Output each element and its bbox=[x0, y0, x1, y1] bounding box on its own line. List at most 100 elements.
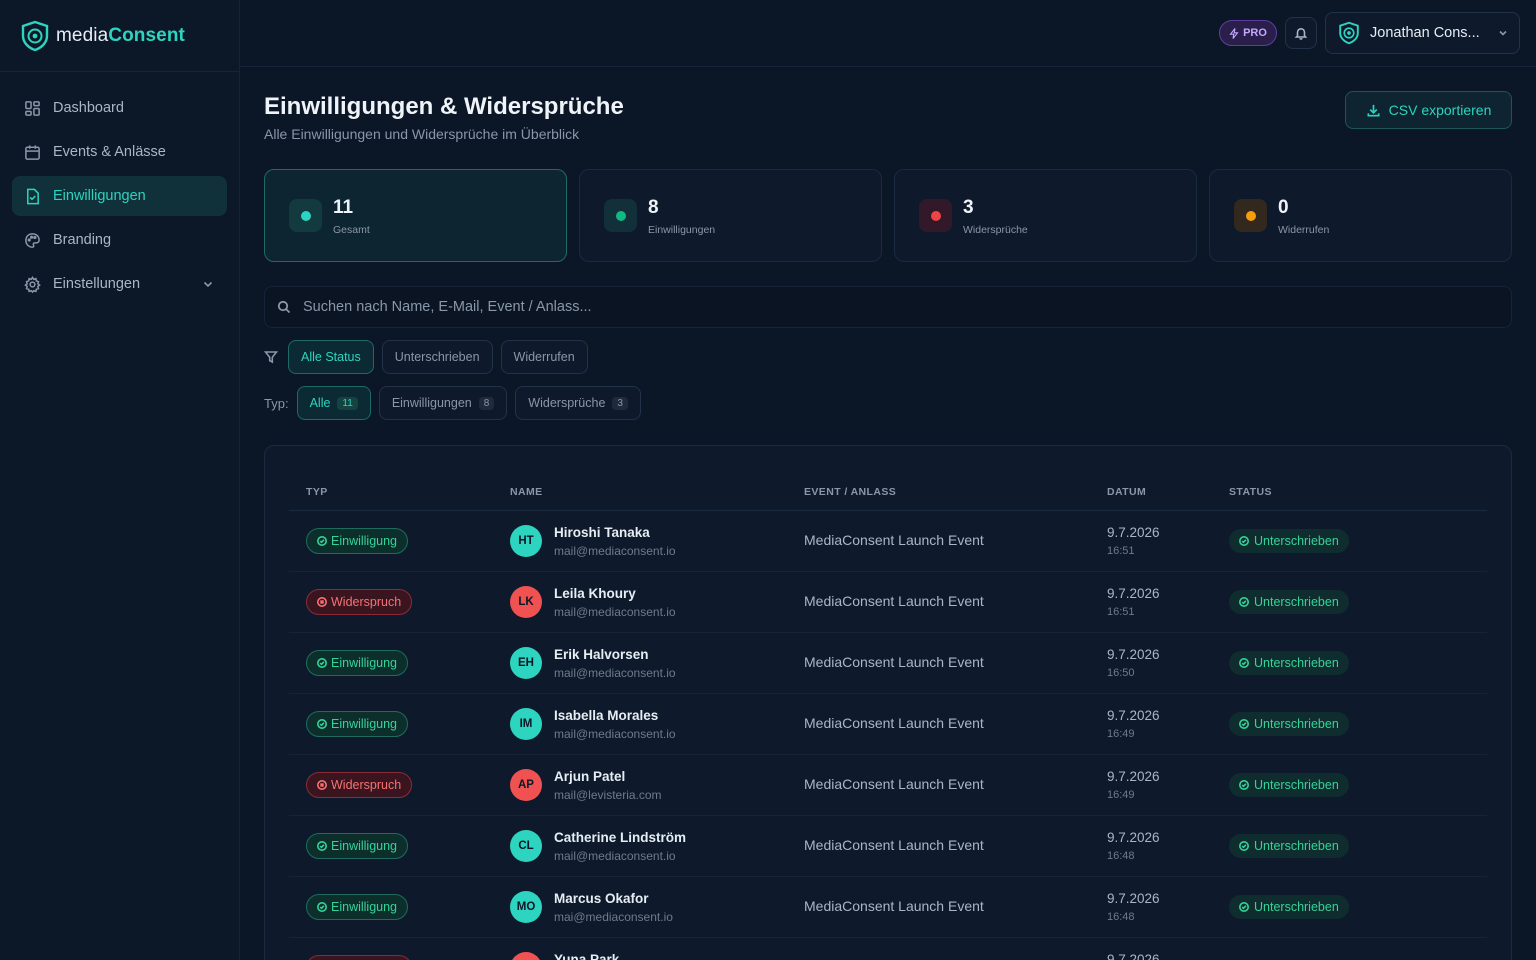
person-name: Marcus Okafor bbox=[554, 891, 649, 906]
sidebar-item-events[interactable]: Events & Anlässe bbox=[12, 132, 227, 172]
status-badge-label: Unterschrieben bbox=[1254, 595, 1339, 609]
status-badge-label: Unterschrieben bbox=[1254, 534, 1339, 548]
chip-label: Widersprüche bbox=[528, 396, 606, 410]
person-name: Yuna Park bbox=[554, 952, 620, 960]
type-badge: Einwilligung bbox=[306, 833, 409, 859]
sidebar-item-einwilligungen[interactable]: Einwilligungen bbox=[12, 176, 227, 216]
stat-label: Gesamt bbox=[333, 224, 370, 236]
type-filter-einwilligungen[interactable]: Einwilligungen 8 bbox=[378, 386, 508, 420]
search-bar bbox=[264, 286, 1512, 328]
csv-export-button[interactable]: CSV exportieren bbox=[1345, 91, 1512, 129]
stat-card-gesamt[interactable]: 11 Gesamt bbox=[264, 169, 567, 262]
person-name: Isabella Morales bbox=[554, 708, 659, 723]
person-email: mail@mediaconsent.io bbox=[554, 544, 676, 558]
table-row[interactable]: Einwilligung CL Catherine Lindström mail@me… bbox=[289, 816, 1487, 877]
table-row[interactable]: Einwilligung MO Marcus Okafor mai@mediacons… bbox=[289, 877, 1487, 938]
search-input[interactable] bbox=[303, 299, 1403, 315]
type-badge-label: Widerspruch bbox=[331, 595, 402, 609]
sidebar-nav: Dashboard Events & Anlässe Einwilligunge… bbox=[0, 72, 239, 324]
x-circle-icon bbox=[317, 597, 327, 607]
event-name: MediaConsent Launch Event bbox=[804, 593, 984, 609]
table-row[interactable]: Widerspruch AP Arjun Patel mail@levisteria.… bbox=[289, 755, 1487, 816]
avatar: HT bbox=[510, 525, 542, 557]
table-row[interactable]: Einwilligung HT Hiroshi Tanaka mail@mediaco… bbox=[289, 511, 1487, 572]
check-circle-icon bbox=[317, 841, 327, 851]
check-circle-icon bbox=[317, 902, 327, 912]
stat-value: 8 bbox=[648, 197, 659, 218]
filter-alle-status[interactable]: Alle Status bbox=[288, 340, 374, 374]
time-value: 16:48 bbox=[1107, 911, 1135, 923]
event-name: MediaConsent Launch Event bbox=[804, 898, 984, 914]
sidebar-item-label: Einwilligungen bbox=[53, 188, 146, 204]
status-dot bbox=[289, 199, 322, 232]
sidebar-item-label: Einstellungen bbox=[53, 276, 141, 292]
person-name: Leila Khoury bbox=[554, 586, 636, 601]
sidebar-item-dashboard[interactable]: Dashboard bbox=[12, 88, 227, 128]
status-badge: Unterschrieben bbox=[1229, 773, 1349, 797]
status-badge-label: Unterschrieben bbox=[1254, 717, 1339, 731]
bell-icon bbox=[1294, 27, 1308, 40]
filter-widerrufen[interactable]: Widerrufen bbox=[500, 340, 588, 374]
column-header-datum[interactable]: DATUM bbox=[1107, 486, 1146, 498]
check-circle-icon bbox=[317, 658, 327, 668]
avatar: YP bbox=[510, 952, 542, 960]
avatar: CL bbox=[510, 830, 542, 862]
chevron-down-icon bbox=[203, 281, 213, 288]
table-row[interactable]: Einwilligung EH Erik Halvorsen mail@mediaco… bbox=[289, 633, 1487, 694]
avatar: LK bbox=[510, 586, 542, 618]
column-header-event[interactable]: EVENT / ANLASS bbox=[804, 486, 896, 498]
notifications-button[interactable] bbox=[1285, 17, 1317, 49]
filter-unterschrieben[interactable]: Unterschrieben bbox=[381, 340, 493, 374]
pro-badge[interactable]: PRO bbox=[1219, 20, 1277, 46]
check-circle-icon bbox=[1239, 719, 1249, 729]
sidebar-item-einstellungen[interactable]: Einstellungen bbox=[12, 264, 227, 304]
palette-icon bbox=[25, 232, 40, 248]
stat-label: Widersprüche bbox=[963, 224, 1028, 236]
csv-export-label: CSV exportieren bbox=[1388, 102, 1492, 118]
date-value: 9.7.2026 bbox=[1107, 830, 1160, 845]
sidebar-item-branding[interactable]: Branding bbox=[12, 220, 227, 260]
page-subtitle: Alle Einwilligungen und Widersprüche im … bbox=[264, 126, 580, 142]
status-badge: Unterschrieben bbox=[1229, 712, 1349, 736]
chip-count: 11 bbox=[337, 396, 358, 410]
check-circle-icon bbox=[317, 536, 327, 546]
chip-count: 8 bbox=[478, 396, 495, 410]
date-value: 9.7.2026 bbox=[1107, 952, 1160, 960]
table-row[interactable]: Einwilligung IM Isabella Morales mail@media… bbox=[289, 694, 1487, 755]
chip-label: Alle bbox=[309, 396, 331, 410]
shield-logo-icon bbox=[21, 20, 49, 51]
status-badge: Unterschrieben bbox=[1229, 529, 1349, 553]
type-filter-widersprueche[interactable]: Widersprüche 3 bbox=[515, 386, 641, 420]
check-circle-icon bbox=[317, 719, 327, 729]
table-header: TYP NAME EVENT / ANLASS DATUM STATUS bbox=[289, 446, 1487, 511]
page-title: Einwilligungen & Widersprüche bbox=[264, 93, 624, 120]
type-filter-alle[interactable]: Alle 11 bbox=[296, 386, 371, 420]
time-value: 16:49 bbox=[1107, 789, 1135, 801]
check-circle-icon bbox=[1239, 841, 1249, 851]
search-icon bbox=[277, 300, 291, 314]
type-badge-label: Einwilligung bbox=[331, 534, 398, 548]
event-name: MediaConsent Launch Event bbox=[804, 654, 984, 670]
date-value: 9.7.2026 bbox=[1107, 525, 1160, 540]
column-header-status[interactable]: STATUS bbox=[1229, 486, 1272, 498]
consent-table: TYP NAME EVENT / ANLASS DATUM STATUS Ein… bbox=[264, 445, 1512, 960]
user-menu-button[interactable]: Jonathan Cons... bbox=[1325, 12, 1520, 54]
type-badge: Widerspruch bbox=[306, 772, 413, 798]
column-header-name[interactable]: NAME bbox=[510, 486, 543, 498]
calendar-icon bbox=[25, 144, 40, 160]
person-name: Hiroshi Tanaka bbox=[554, 525, 650, 540]
table-row[interactable]: Widerspruch YP Yuna Park 9.7.2026 bbox=[289, 938, 1487, 960]
table-row[interactable]: Widerspruch LK Leila Khoury mail@mediaconse… bbox=[289, 572, 1487, 633]
stat-label: Widerrufen bbox=[1278, 224, 1330, 236]
person-email: mail@mediaconsent.io bbox=[554, 727, 676, 741]
date-value: 9.7.2026 bbox=[1107, 769, 1160, 784]
avatar: AP bbox=[510, 769, 542, 801]
column-header-typ[interactable]: TYP bbox=[306, 486, 328, 498]
stat-card-widerrufen[interactable]: 0 Widerrufen bbox=[1209, 169, 1512, 262]
status-dot bbox=[1234, 199, 1267, 232]
brand-logo[interactable]: mediaConsent bbox=[0, 0, 239, 72]
stat-card-einwilligungen[interactable]: 8 Einwilligungen bbox=[579, 169, 882, 262]
type-badge-label: Einwilligung bbox=[331, 839, 398, 853]
stat-card-widersprueche[interactable]: 3 Widersprüche bbox=[894, 169, 1197, 262]
sidebar-item-label: Dashboard bbox=[53, 100, 124, 116]
